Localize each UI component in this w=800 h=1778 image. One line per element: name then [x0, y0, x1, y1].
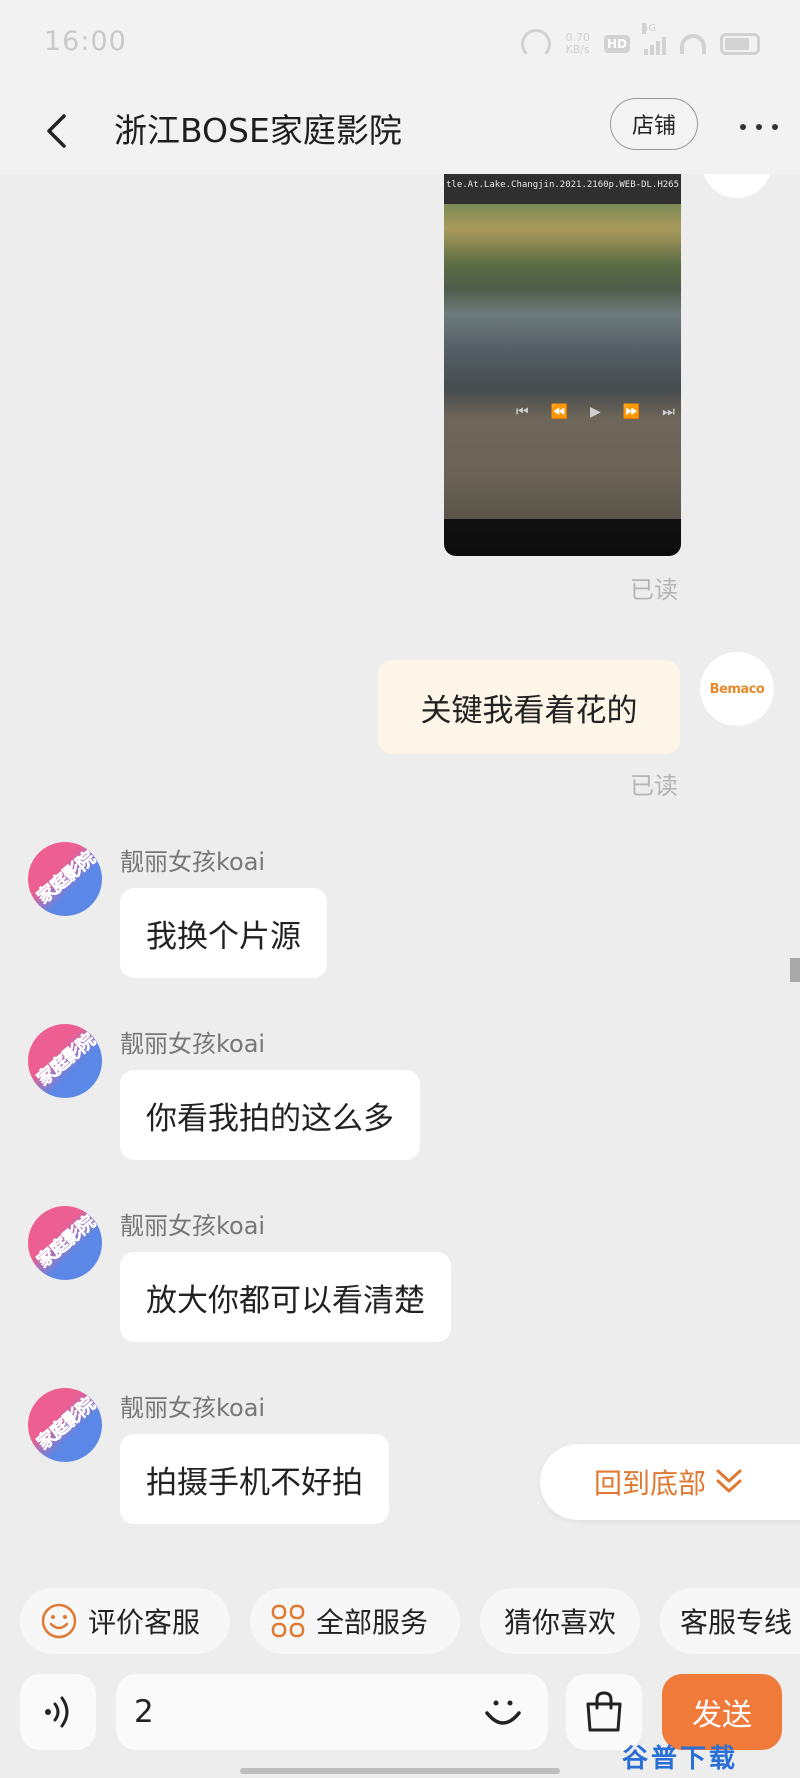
quick-actions-bar: 评价客服 全部服务 猜你喜欢 客服专线 — [0, 1582, 800, 1662]
shop-avatar[interactable]: 家庭影院 — [28, 1206, 102, 1280]
signal-icon: 5G — [642, 23, 666, 55]
grid-icon — [271, 1604, 305, 1638]
status-time: 16:00 — [44, 26, 127, 57]
shop-avatar[interactable]: 家庭影院 — [28, 1388, 102, 1462]
sender-name: 靓丽女孩koai — [120, 1394, 266, 1422]
watermark: 谷普下载 — [622, 1744, 739, 1774]
voice-input-button[interactable] — [20, 1674, 96, 1750]
outgoing-message[interactable]: 关键我看着花的 — [378, 660, 680, 754]
incoming-message-row: 家庭影院 靓丽女孩koai 我换个片源 — [0, 842, 800, 1022]
read-status: 已读 — [630, 772, 678, 800]
more-options-button[interactable] — [740, 112, 778, 142]
shop-avatar-text: 家庭影院 — [33, 1394, 99, 1455]
incoming-message[interactable]: 我换个片源 — [120, 888, 327, 978]
battery-icon — [720, 33, 760, 55]
more-dot-icon — [756, 124, 762, 130]
incoming-message-row: 家庭影院 靓丽女孩koai 放大你都可以看清楚 — [0, 1206, 800, 1386]
net-speed: 0.70 KB/s — [565, 32, 590, 56]
chip-label: 全部服务 — [316, 1606, 429, 1639]
sender-name: 靓丽女孩koai — [120, 848, 266, 876]
home-indicator[interactable] — [240, 1768, 560, 1774]
sender-name: 靓丽女孩koai — [120, 1212, 266, 1240]
net-speed-unit: KB/s — [565, 43, 590, 56]
signal-label: 5G — [642, 23, 657, 34]
back-to-bottom-button[interactable]: 回到底部 — [540, 1444, 800, 1520]
more-dot-icon — [772, 124, 778, 130]
speed-gauge-icon — [521, 29, 552, 59]
service-hotline-chip[interactable]: 客服专线 — [660, 1588, 800, 1654]
user-avatar-text: Bemaco — [709, 681, 765, 697]
play-icon: ▶ — [590, 404, 601, 420]
back-to-bottom-label: 回到底部 — [594, 1467, 707, 1500]
shop-avatar-text: 家庭影院 — [33, 848, 99, 909]
skip-forward-icon: ⏭ — [662, 404, 675, 420]
status-bar: 16:00 0.70 KB/s HD 5G — [0, 0, 800, 88]
voice-icon — [45, 1696, 69, 1728]
image-file-text: tle.At.Lake.Changjin.2021.2160p.WEB-DL.H… — [446, 180, 681, 190]
all-services-chip[interactable]: 全部服务 — [250, 1588, 460, 1654]
skip-back-icon: ⏮ — [516, 404, 529, 420]
smile-icon — [41, 1603, 77, 1639]
user-avatar-partial — [702, 174, 772, 198]
rewind-icon: ⏪ — [550, 404, 569, 420]
rate-service-chip[interactable]: 评价客服 — [20, 1588, 230, 1654]
chat-area[interactable]: tle.At.Lake.Changjin.2021.2160p.WEB-DL.H… — [0, 174, 800, 1582]
chevron-left-icon — [47, 114, 66, 148]
incoming-message[interactable]: 放大你都可以看清楚 — [120, 1252, 451, 1342]
video-controls: ⏮ ⏪ ▶ ⏩ ⏭ — [516, 404, 675, 420]
back-button[interactable] — [36, 108, 76, 154]
shop-avatar[interactable]: 家庭影院 — [28, 1024, 102, 1098]
shopping-bag-icon — [586, 1691, 622, 1732]
scrollbar-handle[interactable] — [790, 958, 800, 982]
chat-header: 浙江BOSE家庭影院 店铺 — [0, 88, 800, 174]
chip-label: 客服专线 — [680, 1606, 793, 1639]
wifi-icon — [680, 34, 706, 54]
guess-you-like-chip[interactable]: 猜你喜欢 — [480, 1588, 640, 1654]
double-chevron-down-icon — [716, 1469, 742, 1493]
read-status: 已读 — [630, 576, 678, 604]
shop-avatar[interactable]: 家庭影院 — [28, 842, 102, 916]
page-title: 浙江BOSE家庭影院 — [114, 111, 402, 150]
sent-image-message[interactable]: tle.At.Lake.Changjin.2021.2160p.WEB-DL.H… — [444, 174, 681, 556]
user-avatar[interactable]: Bemaco — [700, 652, 774, 726]
incoming-message[interactable]: 拍摄手机不好拍 — [120, 1434, 389, 1524]
shop-avatar-text: 家庭影院 — [33, 1212, 99, 1273]
more-dot-icon — [740, 124, 746, 130]
emoji-button[interactable] — [476, 1684, 530, 1738]
chip-label: 猜你喜欢 — [503, 1606, 616, 1639]
shop-avatar-text: 家庭影院 — [33, 1030, 99, 1091]
sender-name: 靓丽女孩koai — [120, 1030, 266, 1058]
hd-badge: HD — [603, 35, 630, 53]
incoming-message[interactable]: 你看我拍的这么多 — [120, 1070, 420, 1160]
battery-level — [725, 38, 749, 50]
fast-forward-icon: ⏩ — [622, 404, 641, 420]
incoming-message-row: 家庭影院 靓丽女孩koai 你看我拍的这么多 — [0, 1024, 800, 1204]
emoji-icon — [485, 1700, 521, 1725]
status-icons: 0.70 KB/s HD 5G — [521, 23, 760, 64]
shop-button[interactable]: 店铺 — [610, 98, 698, 150]
chip-label: 评价客服 — [88, 1606, 201, 1639]
